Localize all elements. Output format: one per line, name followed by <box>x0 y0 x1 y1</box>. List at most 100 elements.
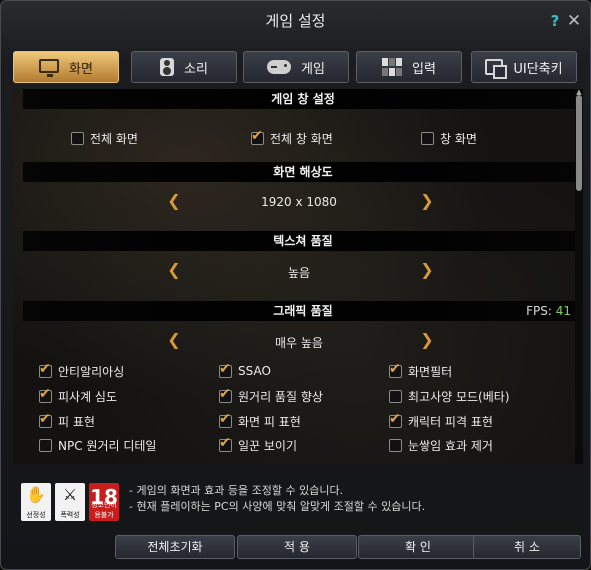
tab-input[interactable]: 입력 <box>356 51 462 83</box>
checkbox-antialiasing[interactable]: 안티알리아싱 <box>39 361 124 380</box>
texture-value: 높음 <box>287 266 311 280</box>
game-settings-window: 게임 설정 ? ✕ 화면 소리 게임 입력 UI단축키 게임 창 설정 전체 화… <box>0 0 591 570</box>
checkbox-remove-snow[interactable]: 눈쌓임 효과 제거 <box>389 436 493 454</box>
checkbox-label: 화면필터 <box>408 364 453 379</box>
window-title: 게임 설정 <box>265 12 326 30</box>
checkbox-label: 캐릭터 피격 표현 <box>408 414 493 429</box>
checkbox-box[interactable] <box>219 411 232 428</box>
checkbox-hit-effect[interactable]: 캐릭터 피격 표현 <box>389 411 493 430</box>
settings-panel: 게임 창 설정 전체 화면 전체 창 화면 창 화면 화면 해상도 ❮ 1920… <box>13 89 583 464</box>
checkbox-label: 최고사양 모드(베타) <box>408 389 510 404</box>
checkbox-box[interactable] <box>39 386 52 403</box>
tab-sound[interactable]: 소리 <box>131 51 237 83</box>
checkbox-label: 원거리 품질 향상 <box>238 389 323 404</box>
tab-label: UI단축키 <box>513 61 563 77</box>
checkbox-label: 전체 창 화면 <box>270 131 333 146</box>
checkbox-windowed[interactable]: 창 화면 <box>421 129 477 147</box>
help-icon[interactable]: ? <box>548 13 562 29</box>
checkbox-label: NPC 원거리 디테일 <box>58 438 157 453</box>
checkbox-box[interactable] <box>389 389 402 403</box>
section-resolution: 화면 해상도 <box>23 162 583 182</box>
section-window-mode: 게임 창 설정 <box>23 89 583 109</box>
ui-icon <box>485 59 508 79</box>
checkbox-blood[interactable]: 피 표현 <box>39 411 95 430</box>
rating-sexual-content-icon: ✋ 선정성 <box>21 483 51 521</box>
tab-label: 소리 <box>184 61 208 77</box>
checkbox-distance-quality[interactable]: 원거리 품질 향상 <box>219 386 323 405</box>
checkbox-label: 전체 화면 <box>90 131 138 146</box>
graphics-prev-arrow[interactable]: ❮ <box>167 331 181 349</box>
close-icon[interactable]: ✕ <box>566 12 582 30</box>
fighting-figures-icon: ⚔ <box>62 485 78 504</box>
hand-icon: ✋ <box>26 485 46 504</box>
checkbox-label: 창 화면 <box>440 131 477 146</box>
fps-readout: FPS: 41 <box>526 301 571 321</box>
checkbox-box[interactable] <box>39 361 52 378</box>
checkbox-fullscreen[interactable]: 전체 화면 <box>71 129 138 147</box>
fps-label: FPS: <box>526 304 552 318</box>
checkbox-box[interactable] <box>219 435 232 452</box>
checkbox-ssao[interactable]: SSAO <box>219 361 271 380</box>
checkbox-borderless-fullscreen[interactable]: 전체 창 화면 <box>251 128 333 147</box>
rating-caption: 선정성 <box>26 511 46 519</box>
checkbox-label: 화면 피 표현 <box>238 414 301 429</box>
checkbox-screen-filter[interactable]: 화면필터 <box>389 361 453 380</box>
checkbox-box[interactable] <box>71 131 84 145</box>
rating-violence-icon: ⚔ 폭력성 <box>55 483 85 521</box>
checkbox-box[interactable] <box>251 128 264 145</box>
resolution-next-arrow[interactable]: ❯ <box>420 192 434 210</box>
checkbox-depth-of-field[interactable]: 피사계 심도 <box>39 386 118 405</box>
checkbox-show-workers[interactable]: 일꾼 보이기 <box>219 435 298 454</box>
checkbox-box[interactable] <box>39 411 52 428</box>
grid-icon <box>382 58 403 76</box>
checkbox-box[interactable] <box>39 438 52 452</box>
button-bar: 전체초기화 적 용 확 인 취 소 <box>1 531 590 565</box>
section-title: 그래픽 품질 <box>273 304 333 318</box>
scrollbar-thumb[interactable] <box>576 95 582 191</box>
checkbox-label: 피사계 심도 <box>58 389 118 404</box>
texture-next-arrow[interactable]: ❯ <box>420 261 434 279</box>
info-line-1: - 게임의 화면과 효과 등을 조정할 수 있습니다. <box>129 484 344 497</box>
reset-all-button[interactable]: 전체초기화 <box>115 535 235 559</box>
cancel-button[interactable]: 취 소 <box>473 535 581 559</box>
info-text: - 게임의 화면과 효과 등을 조정할 수 있습니다. - 현재 플레이하는 P… <box>129 483 425 515</box>
graphics-next-arrow[interactable]: ❯ <box>420 331 434 349</box>
checkbox-ultra-mode[interactable]: 최고사양 모드(베타) <box>389 387 510 405</box>
apply-button[interactable]: 적 용 <box>237 535 357 559</box>
checkbox-label: 피 표현 <box>58 414 95 429</box>
rating-18-icon: 18 청소년이용불가 <box>89 483 119 521</box>
texture-prev-arrow[interactable]: ❮ <box>167 261 181 279</box>
ok-button[interactable]: 확 인 <box>358 535 478 559</box>
checkbox-label: SSAO <box>238 364 271 378</box>
scrollbar[interactable]: ▲ <box>575 89 583 464</box>
tab-screen[interactable]: 화면 <box>13 51 119 83</box>
tab-label: 게임 <box>301 61 325 77</box>
info-line-2: - 현재 플레이하는 PC의 사양에 맞춰 알맞게 조절할 수 있습니다. <box>129 500 426 513</box>
graphics-value: 매우 높음 <box>275 336 323 350</box>
monitor-icon <box>39 58 60 77</box>
gamepad-icon <box>267 60 292 74</box>
tab-game[interactable]: 게임 <box>243 51 349 83</box>
checkbox-box[interactable] <box>389 361 402 378</box>
checkbox-box[interactable] <box>219 386 232 403</box>
tab-label: 입력 <box>412 61 436 77</box>
tab-ui-shortcuts[interactable]: UI단축키 <box>471 51 577 83</box>
resolution-value: 1920 x 1080 <box>261 195 337 209</box>
speaker-icon <box>160 58 175 76</box>
checkbox-box[interactable] <box>219 361 232 378</box>
section-texture-quality: 텍스쳐 품질 <box>23 231 583 251</box>
rating-caption: 폭력성 <box>60 511 80 519</box>
section-graphics-quality: 그래픽 품질 FPS: 41 <box>23 301 583 321</box>
rating-caption: 청소년이용불가 <box>91 501 117 519</box>
checkbox-screen-blood[interactable]: 화면 피 표현 <box>219 411 301 430</box>
checkbox-label: 일꾼 보이기 <box>238 438 298 453</box>
checkbox-npc-distance-detail[interactable]: NPC 원거리 디테일 <box>39 436 156 454</box>
checkbox-label: 눈쌓임 효과 제거 <box>408 438 493 453</box>
info-area: ✋ 선정성 ⚔ 폭력성 18 청소년이용불가 - 게임의 화면과 효과 등을 조… <box>13 475 581 525</box>
tab-label: 화면 <box>69 61 93 77</box>
checkbox-box[interactable] <box>421 131 434 145</box>
resolution-prev-arrow[interactable]: ❮ <box>167 192 181 210</box>
checkbox-box[interactable] <box>389 438 402 452</box>
tab-bar: 화면 소리 게임 입력 UI단축키 <box>13 51 581 85</box>
checkbox-box[interactable] <box>389 411 402 428</box>
